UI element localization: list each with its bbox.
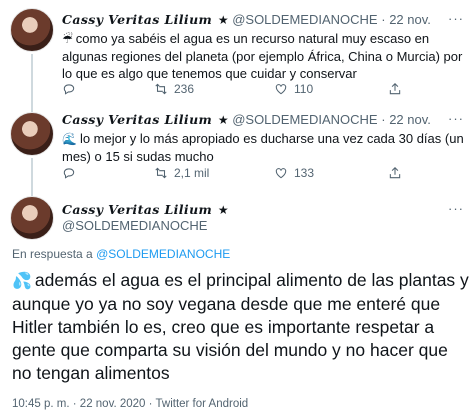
like-count: 133 — [294, 166, 315, 180]
like-icon — [275, 84, 287, 95]
reply-icon — [63, 168, 75, 179]
umbrella-rain-emoji-icon: ☔ — [62, 32, 73, 46]
reply-prefix: En respuesta a — [12, 247, 93, 261]
star-badge-icon: ★ — [217, 203, 229, 217]
thread-line — [31, 158, 33, 190]
tweet-source-link[interactable]: Twitter for Android — [156, 398, 249, 410]
star-badge-icon: ★ — [217, 13, 229, 27]
reply-icon — [63, 84, 75, 95]
retweet-icon — [155, 167, 167, 179]
sweat-droplets-emoji-icon: 💦 — [12, 273, 32, 290]
wave-emoji-icon: 🌊 — [62, 132, 77, 146]
share-icon — [389, 167, 401, 179]
like-button[interactable]: 133 — [274, 166, 314, 180]
tweet-header: Cassy Veritas Lilium ★ — [62, 202, 229, 217]
display-name[interactable]: Cassy Veritas Lilium — [62, 112, 212, 127]
tweet-1[interactable]: Cassy Veritas Lilium ★ @SOLDEMEDIANOCHE … — [0, 0, 474, 106]
reply-handle-link[interactable]: @SOLDEMEDIANOCHE — [96, 247, 230, 261]
share-button[interactable] — [388, 166, 402, 180]
retweet-button[interactable]: 2,1 mil — [154, 166, 209, 180]
tweet-meta: 10:45 p. m. · 22 nov. 2020 · Twitter for… — [12, 398, 248, 410]
tweet-date[interactable]: 22 nov. — [389, 12, 431, 27]
more-icon[interactable]: ··· — [448, 11, 464, 26]
tweet-full-date[interactable]: 22 nov. 2020 — [80, 398, 146, 410]
tweet-date[interactable]: 22 nov. — [389, 112, 431, 127]
avatar[interactable] — [10, 112, 54, 156]
like-count: 110 — [294, 82, 314, 96]
display-name[interactable]: Cassy Veritas Lilium — [62, 12, 212, 27]
tweet-text-content: lo mejor y lo más apropiado es ducharse … — [62, 131, 464, 164]
avatar[interactable] — [10, 196, 54, 240]
handle[interactable]: @SOLDEMEDIANOCHE — [232, 12, 377, 27]
tweet-header: Cassy Veritas Lilium ★ @SOLDEMEDIANOCHE … — [62, 112, 431, 127]
share-icon — [389, 83, 401, 95]
display-name[interactable]: Cassy Veritas Lilium — [62, 202, 212, 217]
retweet-count: 236 — [174, 82, 195, 96]
tweet-text-content: como ya sabéis el agua es un recurso nat… — [62, 31, 463, 81]
more-icon[interactable]: ··· — [448, 201, 464, 216]
separator-dot: · — [148, 398, 153, 410]
retweet-button[interactable]: 236 — [154, 82, 194, 96]
like-button[interactable]: 110 — [274, 82, 313, 96]
like-icon — [275, 168, 287, 179]
reply-button[interactable] — [62, 166, 76, 180]
tweet-2[interactable]: Cassy Veritas Lilium ★ @SOLDEMEDIANOCHE … — [0, 106, 474, 190]
main-tweet: Cassy Veritas Lilium ★ @SOLDEMEDIANOCHE … — [0, 190, 474, 418]
separator-dot: · — [381, 112, 386, 127]
handle[interactable]: @SOLDEMEDIANOCHE — [62, 218, 207, 233]
reply-button[interactable] — [62, 82, 76, 96]
retweet-count: 2,1 mil — [174, 166, 210, 180]
retweet-icon — [155, 83, 167, 95]
more-icon[interactable]: ··· — [448, 111, 464, 126]
tweet-text: 🌊 lo mejor y lo más apropiado es ducharse… — [62, 130, 464, 165]
main-tweet-text-content: además el agua es el principal alimento … — [12, 270, 469, 383]
separator-dot: · — [72, 398, 77, 410]
handle[interactable]: @SOLDEMEDIANOCHE — [232, 112, 377, 127]
separator-dot: · — [381, 12, 386, 27]
tweet-text: ☔ como ya sabéis el agua es un recurso na… — [62, 30, 464, 82]
tweet-header: Cassy Veritas Lilium ★ @SOLDEMEDIANOCHE … — [62, 12, 431, 27]
tweet-time[interactable]: 10:45 p. m. — [12, 398, 70, 410]
thread-line — [31, 54, 33, 106]
avatar[interactable] — [10, 8, 54, 52]
share-button[interactable] — [388, 82, 402, 96]
reply-context: En respuesta a @SOLDEMEDIANOCHE — [12, 247, 230, 261]
star-badge-icon: ★ — [217, 113, 229, 127]
main-tweet-text: 💦 además el agua es el principal alimento… — [12, 269, 472, 385]
